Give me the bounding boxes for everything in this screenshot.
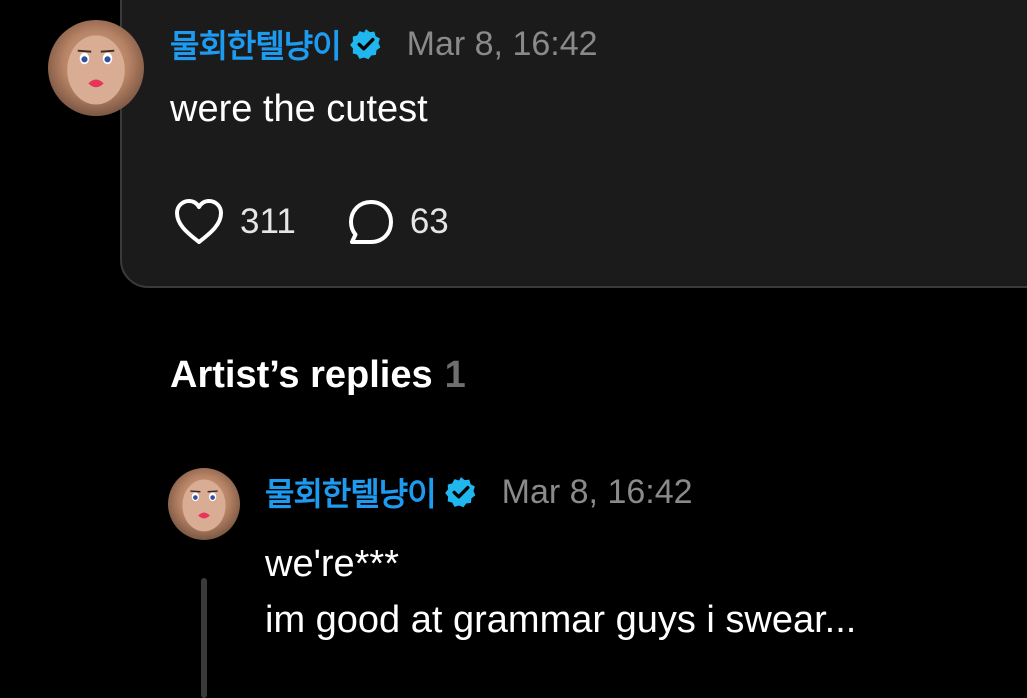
speech-bubble-outline-icon [348, 200, 393, 244]
post-body: were the cutest [170, 88, 428, 130]
post-author-username[interactable]: 물회한텔냥이 [170, 21, 342, 67]
like-button[interactable]: 311 [172, 197, 296, 247]
avatar-face-icon [67, 35, 125, 105]
post-header: 물회한텔냥이 Mar 8, 16:42 [170, 22, 598, 66]
heart-outline-icon [175, 199, 223, 244]
post-actions: 311 63 [172, 196, 499, 248]
comment-button[interactable]: 63 [346, 197, 449, 247]
comment-count: 63 [409, 202, 449, 241]
post-timestamp: Mar 8, 16:42 [406, 24, 598, 63]
post-author-avatar[interactable] [48, 20, 144, 116]
reply-body: we're*** im good at grammar guys i swear… [265, 536, 856, 648]
verified-badge-icon [444, 475, 478, 509]
reply-line-2: im good at grammar guys i swear... [265, 599, 857, 641]
reply-timestamp: Mar 8, 16:42 [501, 472, 693, 511]
reply-line-1: we're*** [265, 543, 399, 585]
reply-author-avatar[interactable] [168, 468, 240, 540]
artist-replies-title: Artist’s replies [170, 354, 433, 396]
artist-replies-heading: Artist’s replies 1 [170, 354, 466, 397]
reply-author-username[interactable]: 물회한텔냥이 [265, 469, 437, 515]
reply-header: 물회한텔냥이 Mar 8, 16:42 [265, 470, 693, 514]
thread-connector-line [201, 578, 207, 698]
artist-replies-count: 1 [444, 354, 466, 396]
verified-badge-icon [349, 27, 383, 61]
like-count: 311 [240, 202, 296, 241]
avatar-face-icon [182, 479, 226, 532]
